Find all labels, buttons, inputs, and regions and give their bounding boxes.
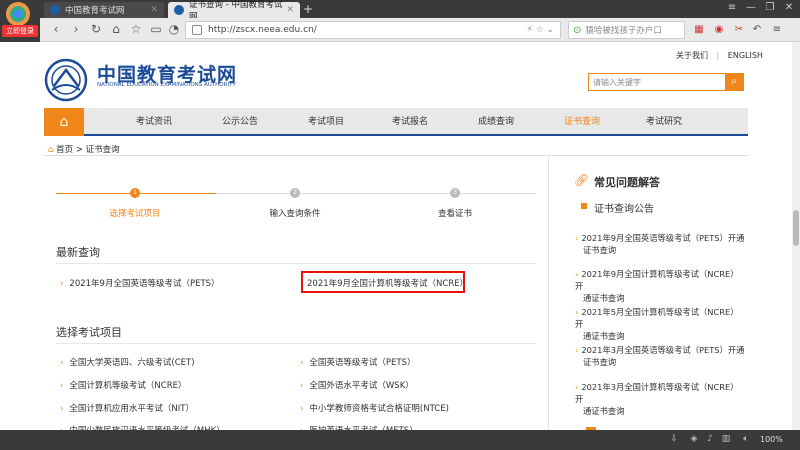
back-icon[interactable]: ‹ <box>48 21 64 37</box>
url-text: http://zscx.neea.edu.cn/ <box>208 25 317 35</box>
menu-item-research[interactable]: 考试研究 <box>624 108 704 136</box>
forward-icon[interactable]: › <box>68 21 84 37</box>
news-item[interactable]: › 2021年3月全国计算机等级考试（NCRE）开 通证书查询 <box>575 381 745 417</box>
link-icon: 🔗︎ <box>574 173 590 187</box>
menu-icon[interactable]: ≡ <box>725 2 739 13</box>
search-placeholder: 猿哈被找孩子办户口 <box>585 26 662 36</box>
download-icon[interactable]: ⇩ <box>668 434 680 444</box>
project-ntce[interactable]: › 中小学教师资格考试合格证明(NTCE) <box>300 402 449 414</box>
brand-name-en: NATIONAL EDUCATION EXAMINATIONS AUTHORIT… <box>97 82 236 88</box>
neea-logo-icon <box>44 58 88 102</box>
cert-notice-title: 证书查询公告 <box>594 204 654 215</box>
extension-icon[interactable]: ◈ <box>688 434 700 444</box>
step-2-label: 输入查询条件 <box>269 209 321 219</box>
about-link[interactable]: 关于我们 <box>676 51 708 60</box>
divider <box>44 155 748 156</box>
menu-item-registration[interactable]: 考试报名 <box>370 108 450 136</box>
separator: | <box>716 51 720 60</box>
reload-icon[interactable]: ↻ <box>88 21 104 37</box>
home-nav-icon[interactable]: ⌂ <box>44 108 84 136</box>
neea-favicon-icon <box>174 5 184 15</box>
step-2-marker: 2 <box>290 188 300 198</box>
page-icon[interactable]: ▭ <box>148 21 164 37</box>
zoom-level[interactable]: 100% <box>760 435 783 444</box>
project-wsk[interactable]: › 全国外语水平考试（WSK） <box>300 379 414 391</box>
game-icon[interactable]: ◉ <box>712 23 726 37</box>
bookmark-star-icon[interactable]: ☆ <box>128 21 144 37</box>
home-crumb-icon: ⌂ <box>48 145 54 155</box>
project-cet[interactable]: › 全国大学英语四、六级考试(CET) <box>60 356 195 368</box>
security-icon[interactable]: ◔ <box>166 21 182 37</box>
scrollbar-thumb[interactable] <box>793 210 799 246</box>
address-bar[interactable]: http://zscx.neea.edu.cn/ ⚡ ☆ ⌄ <box>185 21 561 39</box>
close-window-icon[interactable]: ✕ <box>782 2 796 13</box>
volume-icon[interactable]: ♪ <box>704 434 716 444</box>
breadcrumb: ⌂ 首页 > 证书查询 <box>48 143 120 155</box>
latest-title: 最新查询 <box>56 246 100 259</box>
step-3-marker: 3 <box>450 188 460 198</box>
breadcrumb-current: 证书查询 <box>85 145 120 155</box>
menu-item-news[interactable]: 考试资讯 <box>114 108 194 136</box>
home-icon[interactable]: ⌂ <box>108 21 124 37</box>
menu-item-certificates[interactable]: 证书查询 <box>542 108 622 136</box>
step-1-marker: 1 <box>130 188 140 198</box>
latest-item-pets[interactable]: › 2021年9月全国英语等级考试（PETS） <box>60 277 220 289</box>
step-3-label: 查看证书 <box>437 209 472 219</box>
step-1-label: 选择考试项目 <box>109 209 161 219</box>
tab-cert-query[interactable]: 证书查询 - 中国教育考试网 ✕ <box>168 0 300 22</box>
news-item[interactable]: › 2021年9月全国英语等级考试（PETS）开通 证书查询 <box>575 232 745 256</box>
login-badge[interactable]: 立即登录 <box>2 25 38 37</box>
status-bar <box>0 430 800 450</box>
page-icon <box>192 25 202 35</box>
speaker-icon[interactable]: 🔈︎ <box>740 434 752 444</box>
undo-icon[interactable]: ↶ <box>750 23 764 37</box>
search-icon[interactable]: ⌕ <box>725 74 743 90</box>
news-item[interactable]: › 2021年9月全国计算机等级考试（NCRE）开 通证书查询 <box>575 268 745 304</box>
news-item[interactable]: › 2021年3月全国英语等级考试（PETS）开通 证书查询 <box>575 344 745 368</box>
search-icon: ⊙ <box>573 24 582 36</box>
restore-icon[interactable]: ❐ <box>763 2 777 13</box>
tab-title: 中国教育考试网 <box>65 6 125 16</box>
breadcrumb-separator: > <box>75 145 83 155</box>
site-search-placeholder: 请输入关键字 <box>593 77 641 87</box>
step-progress-line <box>216 193 536 194</box>
bullet-square <box>581 203 587 209</box>
minimize-icon[interactable]: — <box>744 2 758 13</box>
scissors-icon[interactable]: ✂ <box>732 23 746 37</box>
divider <box>56 263 536 264</box>
project-nit[interactable]: › 全国计算机应用水平考试（NIT） <box>60 402 194 414</box>
project-ncre[interactable]: › 全国计算机等级考试（NCRE） <box>60 379 186 391</box>
neea-favicon-icon <box>50 5 60 15</box>
more-icon[interactable]: ≡ <box>770 23 784 37</box>
menu-item-scores[interactable]: 成绩查询 <box>456 108 536 136</box>
highlight-box <box>301 271 465 293</box>
close-tab-icon[interactable]: ✕ <box>286 5 294 15</box>
news-item[interactable]: › 2021年5月全国计算机等级考试（NCRE）开 通证书查询 <box>575 306 745 342</box>
menu-item-notices[interactable]: 公示公告 <box>200 108 280 136</box>
breadcrumb-home[interactable]: 首页 <box>56 145 73 155</box>
apps-grid-icon[interactable]: ▦ <box>692 23 706 37</box>
browser-search-input[interactable]: ⊙ 猿哈被找孩子办户口 <box>568 21 685 39</box>
english-link[interactable]: ENGLISH <box>728 51 763 60</box>
project-pets[interactable]: › 全国英语等级考试（PETS） <box>300 356 416 368</box>
close-tab-icon[interactable]: ✕ <box>150 5 158 15</box>
tab-home[interactable]: 中国教育考试网 ✕ <box>44 2 164 18</box>
faq-title[interactable]: 常见问题解答 <box>594 174 660 190</box>
menu-item-projects[interactable]: 考试项目 <box>286 108 366 136</box>
divider <box>56 343 536 344</box>
address-actions-icon[interactable]: ⚡ ☆ ⌄ <box>526 25 554 35</box>
projects-title: 选择考试项目 <box>56 326 122 339</box>
new-tab-button[interactable]: + <box>303 2 313 16</box>
divider <box>548 155 549 435</box>
trash-icon[interactable]: ▥ <box>720 434 732 444</box>
top-links: 关于我们 | ENGLISH <box>676 50 763 61</box>
site-search-input[interactable]: 请输入关键字 ⌕ <box>588 73 744 91</box>
